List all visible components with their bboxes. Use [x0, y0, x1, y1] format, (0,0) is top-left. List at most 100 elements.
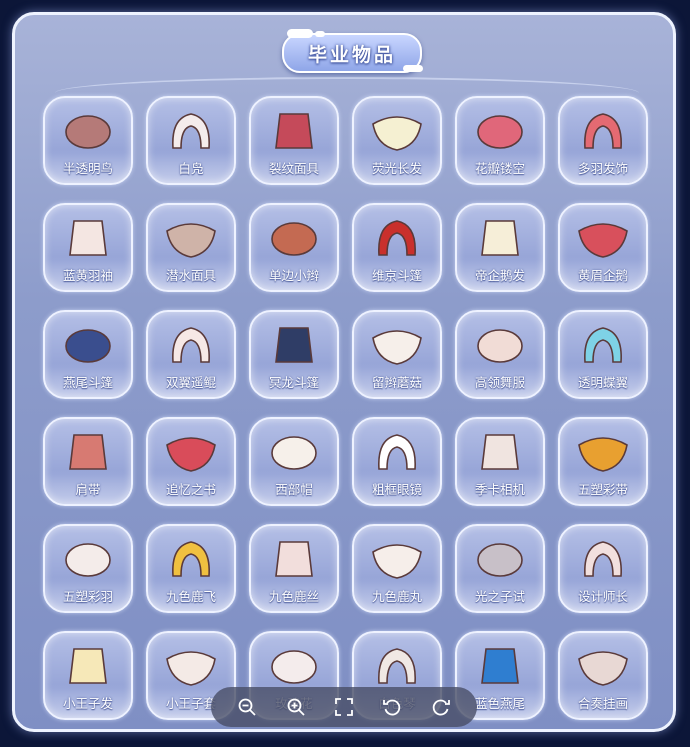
swallowtail-cape-icon	[60, 318, 116, 370]
rotate-left-icon	[383, 699, 401, 716]
designer-outfit-icon	[575, 532, 631, 584]
item-label: 透明蝶翼	[577, 375, 628, 390]
item-tile[interactable]: 设计师长	[558, 524, 648, 613]
blue-yellow-feather-outfit-icon	[60, 211, 116, 263]
season-camera-icon	[472, 425, 528, 477]
white-piano-icon	[369, 639, 425, 691]
item-label: 花瓣镂空	[474, 161, 525, 176]
five-color-ribbon-icon	[575, 425, 631, 477]
ensemble-painting-icon	[575, 639, 631, 691]
western-hat-icon	[266, 425, 322, 477]
item-label: 小王子发	[62, 696, 113, 711]
petal-hollow-headpiece-icon	[472, 104, 528, 156]
item-label: 光之子试	[474, 589, 525, 604]
item-tile[interactable]: 燕尾斗篷	[43, 310, 133, 399]
fullscreen-button[interactable]	[331, 694, 357, 720]
item-tile[interactable]: 潜水面具	[146, 203, 236, 292]
item-tile[interactable]: 九色鹿丸	[352, 524, 442, 613]
item-tile[interactable]: 高领舞服	[455, 310, 545, 399]
nine-color-deer-silk-outfit-icon	[266, 532, 322, 584]
glowing-long-hair-icon	[369, 104, 425, 156]
zoom-out-icon	[238, 698, 256, 716]
item-tile[interactable]: 裂纹面具	[249, 96, 339, 185]
item-tile[interactable]: 荧光长发	[352, 96, 442, 185]
krill-cape-icon	[266, 318, 322, 370]
rotate-right-button[interactable]	[428, 694, 454, 720]
snow-decoration	[315, 31, 325, 37]
braided-mushroom-hair-icon	[369, 318, 425, 370]
zoom-in-icon	[287, 698, 305, 716]
item-tile[interactable]: 单边小辫	[249, 203, 339, 292]
item-tile[interactable]: 西部帽	[249, 417, 339, 506]
item-tile[interactable]: 花瓣镂空	[455, 96, 545, 185]
item-tile[interactable]: 九色鹿丝	[249, 524, 339, 613]
little-prince-hair-icon	[60, 639, 116, 691]
item-tile[interactable]: 帝企鹅发	[455, 203, 545, 292]
item-tile[interactable]: 维京斗篷	[352, 203, 442, 292]
item-label: 合奏挂画	[577, 696, 628, 711]
double-wing-cape-icon	[163, 318, 219, 370]
snow-decoration	[403, 65, 423, 72]
item-tile[interactable]: 蓝黄羽袖	[43, 203, 133, 292]
item-tile[interactable]: 小王子发	[43, 631, 133, 720]
item-tile[interactable]: 半透明鸟	[43, 96, 133, 185]
single-braid-icon	[266, 211, 322, 263]
thick-frame-glasses-icon	[369, 425, 425, 477]
item-label: 白凫	[178, 161, 204, 176]
page-title: 毕业物品	[282, 33, 422, 73]
rotate-left-button[interactable]	[379, 694, 405, 720]
blue-swallowtail-cape-icon	[472, 639, 528, 691]
item-tile[interactable]: 五塑彩带	[558, 417, 648, 506]
item-label: 帝企鹅发	[474, 268, 525, 283]
nine-color-deer-flying-icon	[163, 532, 219, 584]
item-tile[interactable]: 九色鹿飞	[146, 524, 236, 613]
item-tile[interactable]: 双翼遥鲲	[146, 310, 236, 399]
item-tile[interactable]: 白凫	[146, 96, 236, 185]
item-label: 燕尾斗篷	[62, 375, 113, 390]
rose-flower-icon	[266, 639, 322, 691]
item-tile[interactable]: 黄眉企鹅	[558, 203, 648, 292]
child-of-light-prop-icon	[472, 532, 528, 584]
item-tile[interactable]: 合奏挂画	[558, 631, 648, 720]
item-label: 九色鹿丸	[371, 589, 422, 604]
item-label: 粗框眼镜	[371, 482, 422, 497]
item-label: 维京斗篷	[371, 268, 422, 283]
item-tile[interactable]: 季卡相机	[455, 417, 545, 506]
item-tile[interactable]: 留辫蘑菇	[352, 310, 442, 399]
item-grid: 半透明鸟 白凫 裂纹面具 荧光长发 花瓣镂空 多羽发饰蓝黄羽袖 潜水面具 单边小辫 维京斗篷 帝企…	[43, 96, 648, 720]
item-tile[interactable]: 追忆之书	[146, 417, 236, 506]
item-tile[interactable]: 冥龙斗篷	[249, 310, 339, 399]
diving-mask-icon	[163, 211, 219, 263]
item-tile[interactable]: 粗框眼镜	[352, 417, 442, 506]
item-label: 双翼遥鲲	[165, 375, 216, 390]
item-tile[interactable]: 光之子试	[455, 524, 545, 613]
nine-color-deer-bun-hair-icon	[369, 532, 425, 584]
item-label: 五塑彩带	[577, 482, 628, 497]
item-tile[interactable]: 多羽发饰	[558, 96, 648, 185]
item-label: 单边小辫	[268, 268, 319, 283]
item-label: 蓝黄羽袖	[62, 268, 113, 283]
item-label: 黄眉企鹅	[577, 268, 628, 283]
five-color-feather-hair-icon	[60, 532, 116, 584]
item-label: 九色鹿丝	[268, 589, 319, 604]
image-viewer-toolbar	[211, 687, 477, 727]
yellow-brow-penguin-mask-icon	[575, 211, 631, 263]
item-label: 冥龙斗篷	[268, 375, 319, 390]
item-label: 半透明鸟	[62, 161, 113, 176]
item-tile[interactable]: 肩带	[43, 417, 133, 506]
memory-book-icon	[163, 425, 219, 477]
item-tile[interactable]: 透明蝶翼	[558, 310, 648, 399]
item-label: 追忆之书	[165, 482, 216, 497]
feather-hair-accessory-icon	[575, 104, 631, 156]
item-label: 季卡相机	[474, 482, 525, 497]
item-label: 九色鹿飞	[165, 589, 216, 604]
item-label: 设计师长	[577, 589, 628, 604]
item-label: 荧光长发	[371, 161, 422, 176]
shoulder-strap-icon	[60, 425, 116, 477]
zoom-out-button[interactable]	[234, 694, 260, 720]
viking-cape-icon	[369, 211, 425, 263]
zoom-in-button[interactable]	[283, 694, 309, 720]
item-tile[interactable]: 五塑彩羽	[43, 524, 133, 613]
item-label: 肩带	[75, 482, 101, 497]
item-label: 裂纹面具	[268, 161, 319, 176]
